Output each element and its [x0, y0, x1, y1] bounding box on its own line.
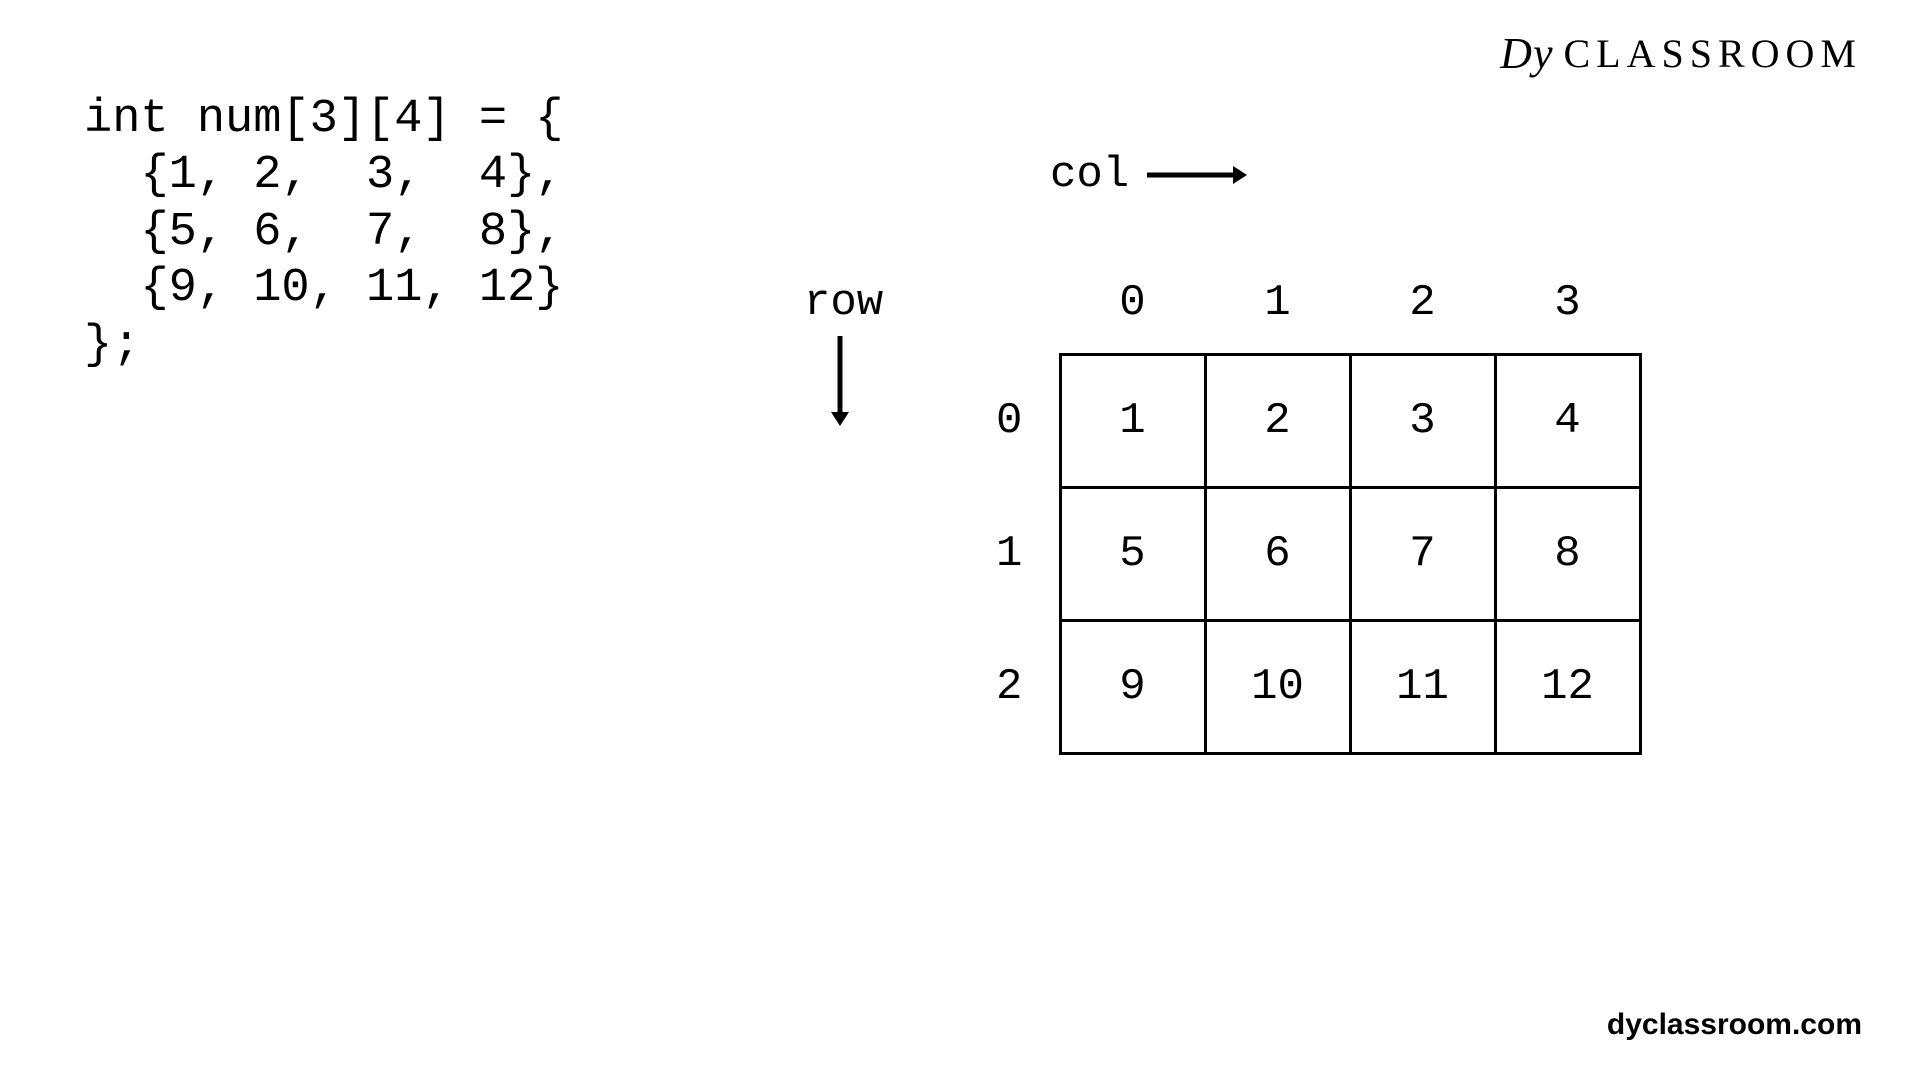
- grid-cell: 7: [1350, 487, 1495, 620]
- row-header: 2: [960, 620, 1060, 753]
- row-header: 1: [960, 487, 1060, 620]
- grid-cell: 8: [1495, 487, 1640, 620]
- footer-url: dyclassroom.com: [1607, 1008, 1862, 1042]
- brand-logo: Dy CLASSROOM: [1500, 28, 1862, 79]
- col-axis-label: col: [1050, 150, 1247, 200]
- grid-table: 0 1 2 3 0 1 2 3 4 1 5 6 7 8 2 9 10 11 12: [960, 254, 1642, 755]
- row-label-text: row: [804, 278, 883, 328]
- col-header: 0: [1060, 254, 1205, 354]
- grid-cell: 5: [1060, 487, 1205, 620]
- grid-cell: 1: [1060, 354, 1205, 487]
- col-header: 2: [1350, 254, 1495, 354]
- col-header: 3: [1495, 254, 1640, 354]
- logo-prefix: Dy: [1500, 28, 1553, 79]
- grid-corner: [960, 254, 1060, 354]
- row-axis-label: row: [804, 278, 883, 328]
- grid-cell: 3: [1350, 354, 1495, 487]
- col-label-text: col: [1050, 150, 1129, 200]
- array-grid: 0 1 2 3 0 1 2 3 4 1 5 6 7 8 2 9 10 11 12: [960, 254, 1642, 755]
- arrow-down-icon: [828, 336, 852, 426]
- grid-cell: 6: [1205, 487, 1350, 620]
- grid-cell: 9: [1060, 620, 1205, 753]
- arrow-right-icon: [1147, 163, 1247, 187]
- grid-cell: 11: [1350, 620, 1495, 753]
- code-snippet: int num[3][4] = { {1, 2, 3, 4}, {5, 6, 7…: [84, 92, 563, 374]
- grid-cell: 4: [1495, 354, 1640, 487]
- col-header: 1: [1205, 254, 1350, 354]
- grid-cell: 12: [1495, 620, 1640, 753]
- logo-text: CLASSROOM: [1563, 30, 1862, 77]
- grid-cell: 2: [1205, 354, 1350, 487]
- grid-cell: 10: [1205, 620, 1350, 753]
- row-header: 0: [960, 354, 1060, 487]
